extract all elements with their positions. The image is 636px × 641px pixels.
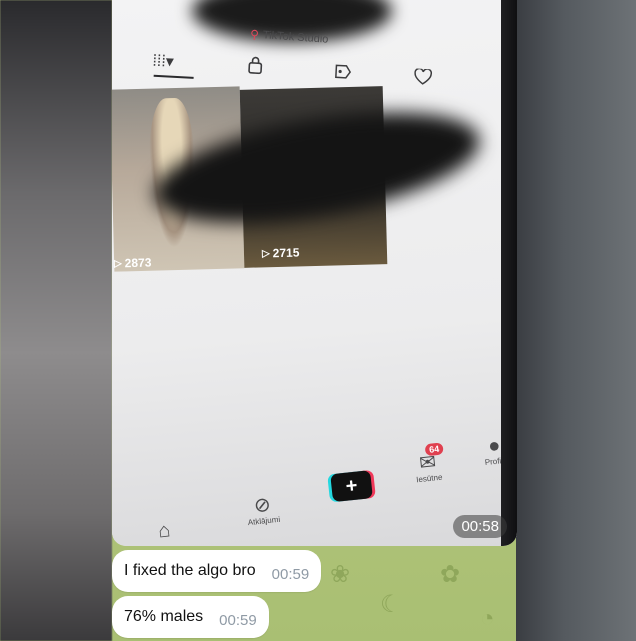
- media-duration: 00:58: [453, 515, 507, 538]
- media-message-photo[interactable]: ⚲ TikTok Studio ⁞⁞⁞▾ ▷ 2873 ▷ 2715 ⌂ ⊘ A…: [112, 0, 517, 546]
- message-time: 00:59: [271, 565, 310, 583]
- message-bubble[interactable]: I fixed the algo bro 00:59: [112, 550, 322, 592]
- view-count-value: 2873: [124, 255, 152, 271]
- message-text: I fixed the algo bro: [124, 562, 256, 579]
- tag-icon: [333, 62, 352, 86]
- create-plus-icon: +: [330, 470, 373, 503]
- inbox-badge: 64: [424, 442, 444, 457]
- nav-home: ⌂: [157, 519, 171, 542]
- play-icon: ▷: [261, 247, 270, 259]
- active-tab-indicator: [153, 74, 194, 79]
- wallpaper-doodle: ❀: [330, 561, 351, 588]
- home-icon: ⌂: [157, 519, 172, 543]
- nav-inbox-label: Iesūtne: [415, 472, 443, 485]
- studio-icon: ⚲: [249, 27, 260, 42]
- phone-edge: [501, 0, 517, 546]
- lock-icon: [247, 56, 264, 80]
- view-count: ▷ 2873: [114, 256, 152, 271]
- message-text: 76% males: [124, 608, 204, 625]
- message-time: 00:59: [219, 611, 257, 629]
- play-icon: ▷: [113, 257, 122, 269]
- photo-blur-right: [516, 0, 636, 641]
- wallpaper-doodle: ◔: [480, 605, 495, 632]
- liked-icon: [413, 67, 433, 90]
- photo-blur-left: [0, 0, 112, 641]
- view-count: ▷ 2715: [262, 246, 300, 261]
- nav-inbox: ✉ 64 Iesūtne: [413, 442, 444, 485]
- wallpaper-doodle: ✿: [440, 561, 461, 588]
- nav-explore-label: Atklājumi: [247, 514, 281, 528]
- wallpaper-doodle: ☾: [380, 591, 402, 618]
- view-count-value: 2715: [272, 245, 300, 261]
- nav-explore: ⊘ Atklājumi: [245, 493, 281, 528]
- grid-icon: ⁞⁞⁞▾: [151, 52, 175, 71]
- message-bubble[interactable]: 76% males 00:59: [112, 596, 269, 638]
